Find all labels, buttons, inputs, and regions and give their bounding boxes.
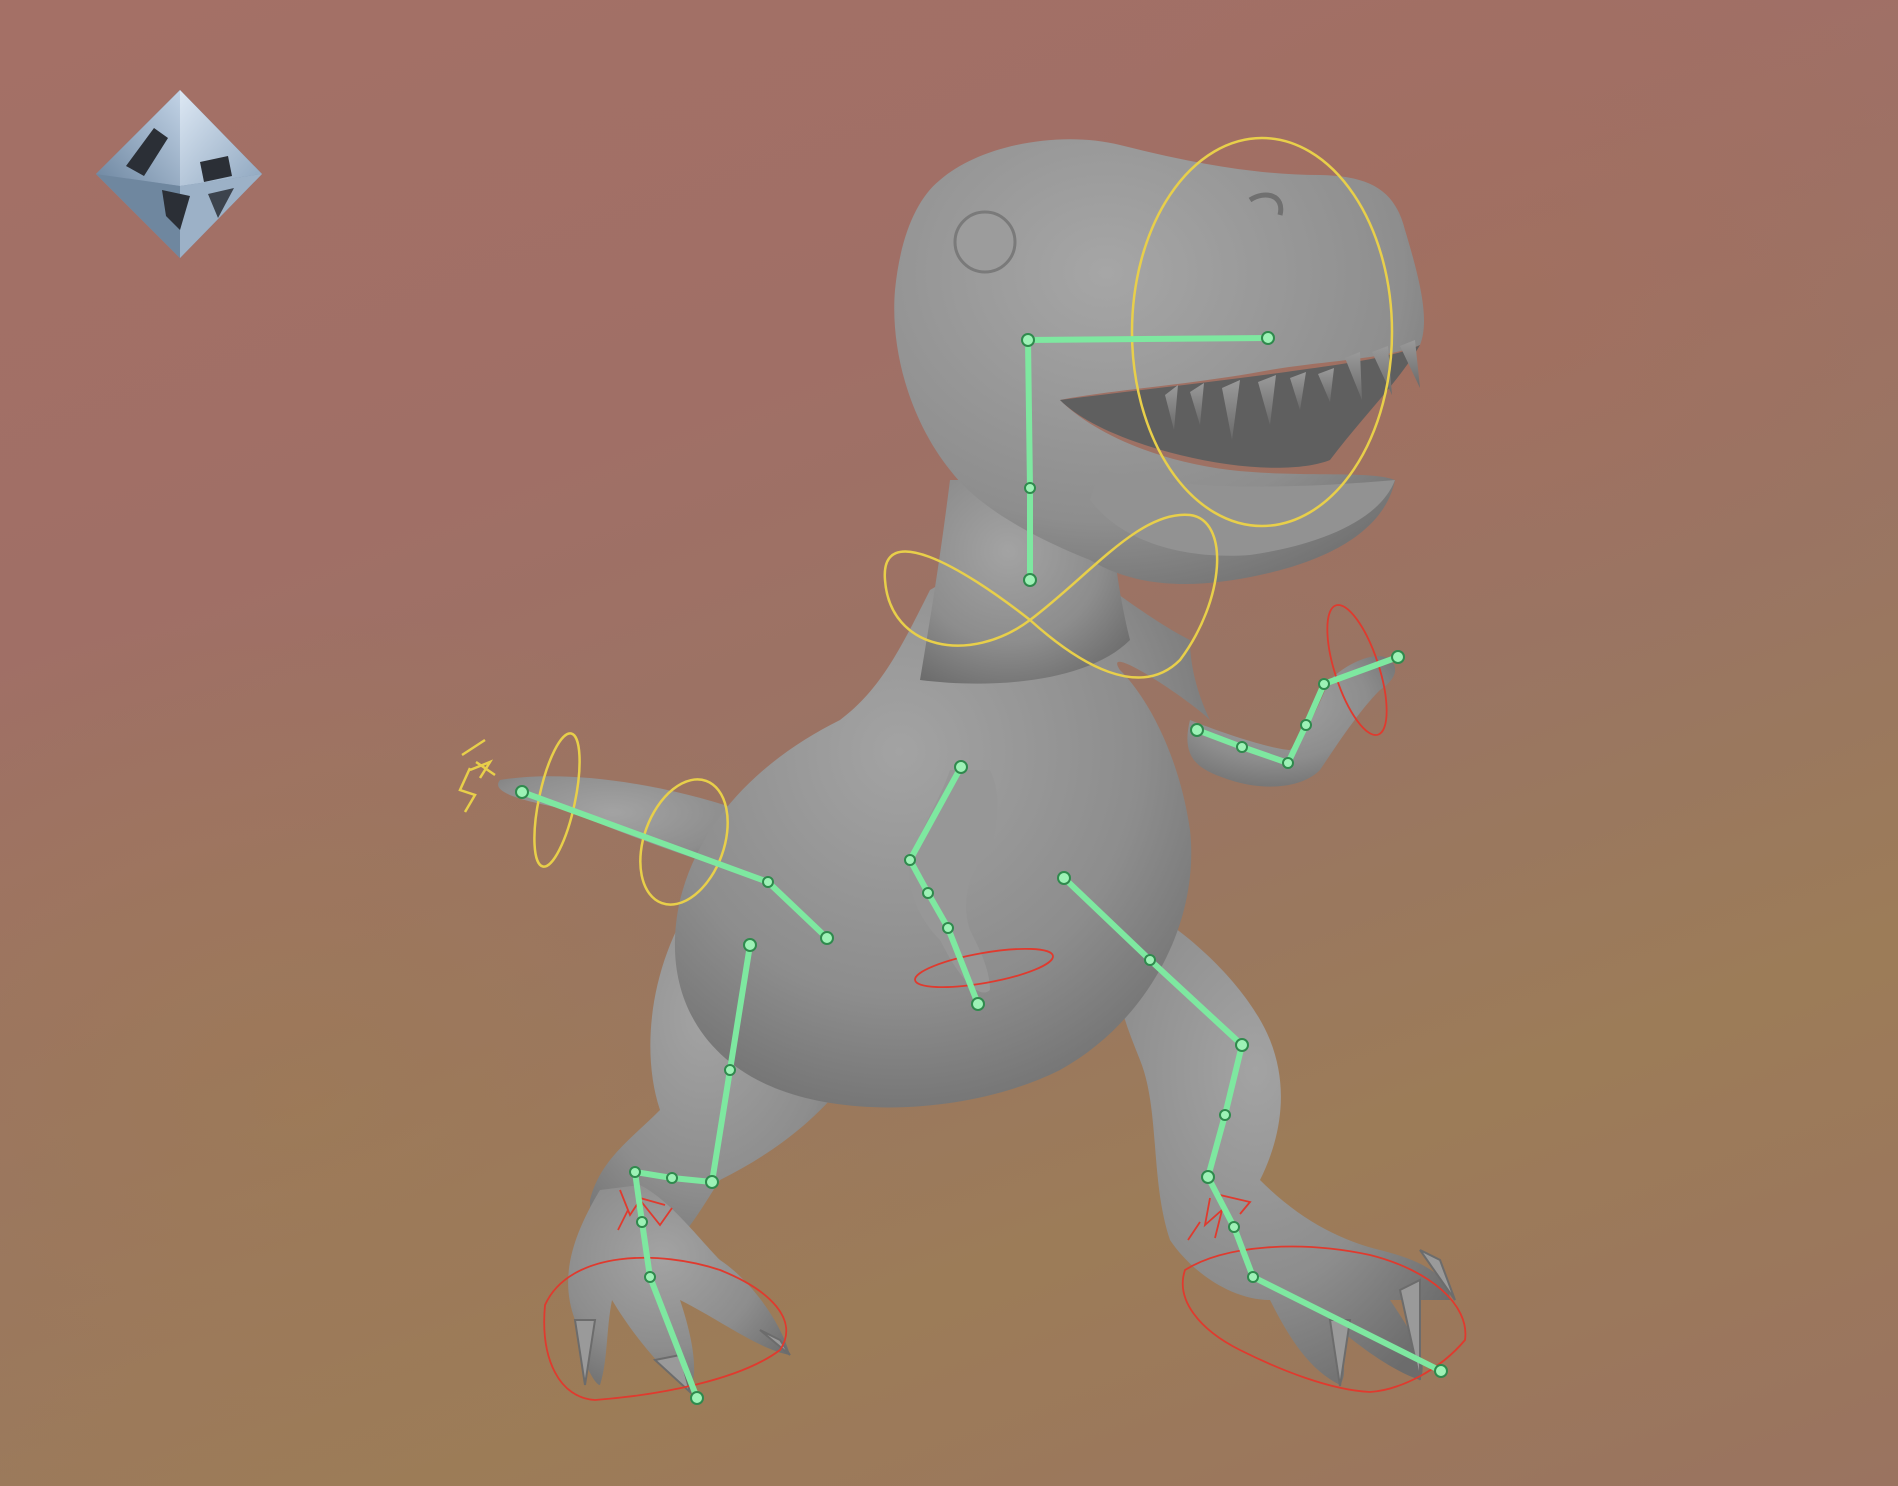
joint-left-finger[interactable] bbox=[971, 997, 985, 1011]
joint-left-knee[interactable] bbox=[724, 1064, 736, 1076]
3d-viewport[interactable] bbox=[0, 0, 1898, 1486]
joint-left-toe[interactable] bbox=[636, 1216, 648, 1228]
joint-head[interactable] bbox=[1021, 333, 1035, 347]
joint-right-hand[interactable] bbox=[1318, 678, 1330, 690]
joint-left-shoulder[interactable] bbox=[954, 760, 968, 774]
joint-neck-base[interactable] bbox=[1023, 573, 1037, 587]
joint-right-wrist[interactable] bbox=[1300, 719, 1312, 731]
joint-left-ankle[interactable] bbox=[705, 1175, 719, 1189]
joint-left-hand[interactable] bbox=[942, 922, 954, 934]
joint-left-ball[interactable] bbox=[629, 1166, 641, 1178]
joint-right-elbow[interactable] bbox=[1236, 741, 1248, 753]
scene-canvas[interactable] bbox=[0, 0, 1898, 1486]
joint-tail-tip[interactable] bbox=[515, 785, 529, 799]
joint-right-ball[interactable] bbox=[1228, 1221, 1240, 1233]
tail-ik-handle-icon[interactable] bbox=[458, 738, 496, 813]
joint-right-shin[interactable] bbox=[1219, 1109, 1231, 1121]
joint-right-toe[interactable] bbox=[1247, 1271, 1259, 1283]
joint-right-toe-end[interactable] bbox=[1434, 1364, 1448, 1378]
joint-left-elbow[interactable] bbox=[904, 854, 916, 866]
joint-right-forearm[interactable] bbox=[1282, 757, 1294, 769]
joint-left-toe-mid[interactable] bbox=[644, 1271, 656, 1283]
joint-left-toe-end[interactable] bbox=[690, 1391, 704, 1405]
joint-right-shoulder[interactable] bbox=[1190, 723, 1204, 737]
joint-left-hip[interactable] bbox=[743, 938, 757, 952]
joint-right-finger[interactable] bbox=[1391, 650, 1405, 664]
eye-bump bbox=[953, 210, 1017, 274]
joint-right-thigh[interactable] bbox=[1144, 954, 1156, 966]
joint-tail-mid[interactable] bbox=[762, 876, 774, 888]
joint-right-ankle[interactable] bbox=[1201, 1170, 1215, 1184]
joint-right-knee[interactable] bbox=[1235, 1038, 1249, 1052]
joint-right-hip[interactable] bbox=[1057, 871, 1071, 885]
joint-neck[interactable] bbox=[1024, 482, 1036, 494]
joint-left-heel[interactable] bbox=[666, 1172, 678, 1184]
joint-head-end[interactable] bbox=[1261, 331, 1275, 345]
joint-tail-base[interactable] bbox=[820, 931, 834, 945]
joint-left-wrist[interactable] bbox=[922, 887, 934, 899]
